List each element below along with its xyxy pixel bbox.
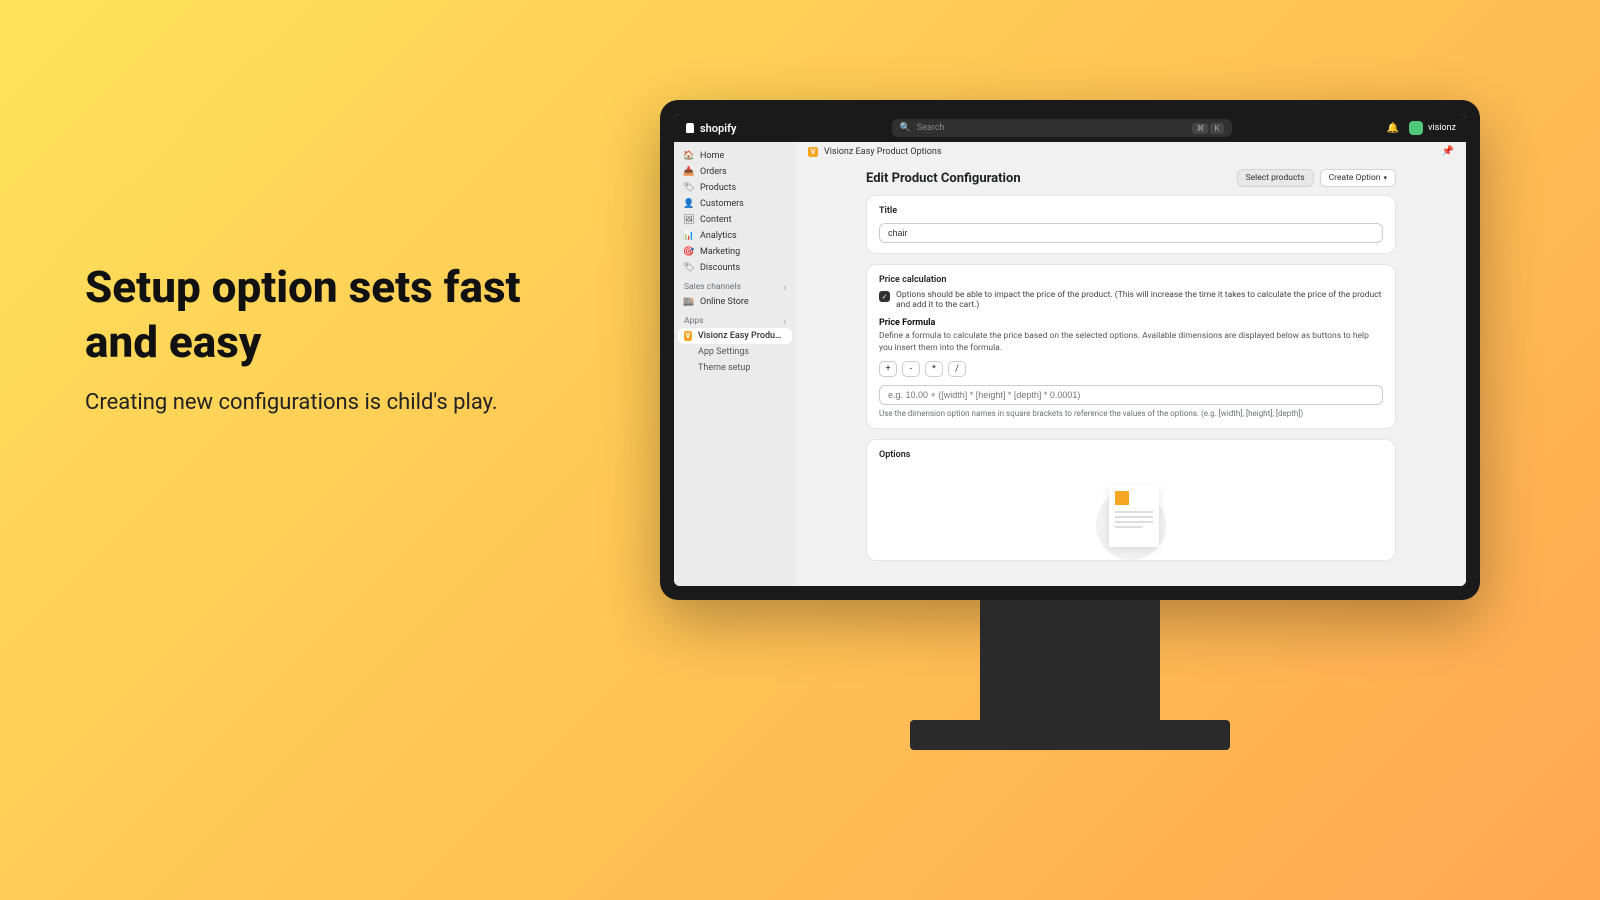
content-icon: 🖼 <box>684 215 694 225</box>
account-menu[interactable]: visionz <box>1409 121 1456 135</box>
op-plus-button[interactable]: + <box>879 361 897 377</box>
sidebar-section-sales: Sales channels› <box>674 276 796 294</box>
create-option-button[interactable]: Create Option▾ <box>1320 169 1396 187</box>
products-icon: 🏷 <box>684 183 694 193</box>
document-icon <box>1109 485 1159 547</box>
sidebar-item-orders[interactable]: 📥Orders <box>674 164 796 180</box>
chevron-right-icon[interactable]: › <box>784 317 786 326</box>
orders-icon: 📥 <box>684 167 694 177</box>
sidebar-item-app-settings[interactable]: App Settings <box>674 344 796 360</box>
price-calculation-card: Price calculation ✓ Options should be ab… <box>866 264 1396 429</box>
hero-title: Setup option sets fast and easy <box>85 260 565 370</box>
home-icon: 🏠 <box>684 151 694 161</box>
sidebar-item-customers[interactable]: 👤Customers <box>674 196 796 212</box>
search-icon: 🔍 <box>900 123 911 133</box>
kbd-cmd: ⌘ <box>1192 123 1208 134</box>
discounts-icon: 🏷 <box>684 263 694 273</box>
chevron-down-icon: ▾ <box>1383 174 1387 182</box>
sidebar-item-online-store[interactable]: 🏬Online Store <box>674 294 796 310</box>
customers-icon: 👤 <box>684 199 694 209</box>
breadcrumb: V Visionz Easy Product Options 📌 <box>796 142 1466 161</box>
price-calc-label: Price calculation <box>879 275 1383 285</box>
hero-subtitle: Creating new configurations is child's p… <box>85 390 565 415</box>
formula-input[interactable] <box>879 385 1383 405</box>
price-formula-help: Define a formula to calculate the price … <box>879 331 1383 355</box>
account-avatar <box>1409 121 1423 135</box>
sidebar-item-home[interactable]: 🏠Home <box>674 148 796 164</box>
visionz-app-icon: V <box>684 331 692 341</box>
shopify-bag-icon <box>684 122 696 134</box>
visionz-app-icon: V <box>808 147 818 157</box>
title-input[interactable] <box>879 223 1383 243</box>
op-divide-button[interactable]: / <box>948 361 966 377</box>
hero-text: Setup option sets fast and easy Creating… <box>85 260 565 415</box>
op-multiply-button[interactable]: * <box>925 361 943 377</box>
search-placeholder: Search <box>917 123 1187 133</box>
store-icon: 🏬 <box>684 297 694 307</box>
breadcrumb-label: Visionz Easy Product Options <box>824 147 942 157</box>
formula-hint: Use the dimension option names in square… <box>879 409 1383 418</box>
options-card: Options <box>866 439 1396 561</box>
sidebar-item-discounts[interactable]: 🏷Discounts <box>674 260 796 276</box>
pin-icon[interactable]: 📌 <box>1442 146 1454 157</box>
op-minus-button[interactable]: - <box>902 361 920 377</box>
notifications-icon[interactable]: 🔔 <box>1387 123 1399 134</box>
price-impact-checkbox[interactable]: ✓ <box>879 291 890 302</box>
select-products-button[interactable]: Select products <box>1237 169 1314 187</box>
account-name: visionz <box>1428 123 1456 133</box>
page-title: Edit Product Configuration <box>866 171 1021 186</box>
title-label: Title <box>879 206 1383 216</box>
chevron-right-icon[interactable]: › <box>784 283 786 292</box>
topbar: shopify 🔍 Search ⌘ K 🔔 <box>674 114 1466 142</box>
sidebar-section-apps: Apps› <box>674 310 796 328</box>
monitor-mockup: shopify 🔍 Search ⌘ K 🔔 <box>660 100 1480 750</box>
options-empty-state <box>879 465 1383 560</box>
title-card: Title <box>866 195 1396 254</box>
search-input[interactable]: 🔍 Search ⌘ K <box>892 119 1232 137</box>
marketing-icon: 🎯 <box>684 247 694 257</box>
options-label: Options <box>879 450 1383 460</box>
sidebar-item-products[interactable]: 🏷Products <box>674 180 796 196</box>
sidebar-item-visionz-app[interactable]: VVisionz Easy Product Opti... <box>678 328 792 344</box>
sidebar: 🏠Home 📥Orders 🏷Products 👤Customers 🖼Cont… <box>674 142 796 586</box>
sidebar-item-analytics[interactable]: 📊Analytics <box>674 228 796 244</box>
analytics-icon: 📊 <box>684 231 694 241</box>
brand-name: shopify <box>700 122 736 135</box>
price-formula-label: Price Formula <box>879 318 1383 328</box>
sidebar-item-content[interactable]: 🖼Content <box>674 212 796 228</box>
sidebar-item-theme-setup[interactable]: Theme setup <box>674 360 796 376</box>
sidebar-item-marketing[interactable]: 🎯Marketing <box>674 244 796 260</box>
kbd-k: K <box>1210 123 1223 134</box>
price-check-text: Options should be able to impact the pri… <box>896 290 1383 310</box>
shopify-logo[interactable]: shopify <box>684 122 736 135</box>
